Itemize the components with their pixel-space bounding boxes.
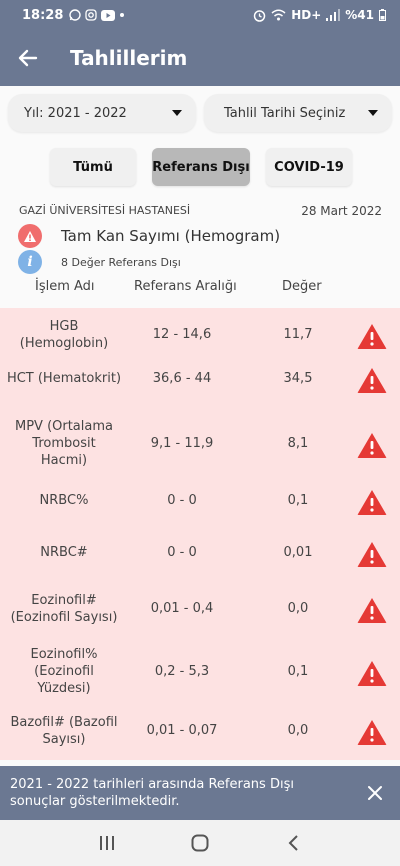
alarm-icon bbox=[253, 9, 266, 22]
whatsapp-icon bbox=[69, 9, 82, 21]
instagram-icon bbox=[85, 9, 98, 21]
reference-range: 12 - 14,6 bbox=[152, 327, 212, 342]
filter-tabs: Tümü Referans Dışı COVID-19 bbox=[50, 148, 352, 186]
battery-icon bbox=[379, 9, 386, 21]
year-dropdown-label: Yıl: 2021 - 2022 bbox=[24, 105, 127, 121]
result-value: 0,1 bbox=[287, 492, 309, 508]
warning-icon bbox=[357, 720, 387, 745]
dot-icon bbox=[120, 13, 125, 17]
column-range-header: Referans Aralığı bbox=[134, 279, 237, 294]
table-row: Bazofil# (Bazofil Sayısı) 0,01 - 0,07 0,0 bbox=[0, 714, 400, 754]
signal-icon bbox=[326, 9, 341, 21]
column-name-header: İşlem Adı bbox=[35, 279, 95, 294]
tab-covid[interactable]: COVID-19 bbox=[266, 148, 352, 186]
warning-icon bbox=[357, 367, 387, 393]
system-nav-bar bbox=[0, 820, 400, 866]
table-row: MPV (Ortalama Trombosit Hacmi) 9,1 - 11,9… bbox=[0, 418, 400, 476]
table-header: İşlem Adı Referans Aralığı Değer bbox=[0, 279, 400, 297]
reference-range: 0 - 0 bbox=[167, 544, 197, 560]
test-item-name: Eozinofil# (Eozinofil Sayısı) bbox=[10, 593, 118, 625]
table-row: NRBC# 0 - 0 0,01 bbox=[0, 541, 400, 580]
back-nav-button[interactable] bbox=[273, 828, 313, 858]
result-value: 0,1 bbox=[287, 663, 309, 679]
table-row: Eozinofil% (Eozinofil Yüzdesi) 0,2 - 5,3 0… bbox=[0, 646, 400, 698]
warning-icon bbox=[357, 660, 387, 686]
filter-bar: Yıl: 2021 - 2022 Tahlil Tarihi Seçiniz bbox=[8, 94, 392, 132]
status-right: HD+ %41 bbox=[253, 8, 386, 22]
column-value-header: Değer bbox=[282, 279, 322, 294]
recent-apps-button[interactable] bbox=[87, 828, 127, 858]
chevron-down-icon bbox=[368, 110, 378, 116]
warning-icon bbox=[357, 489, 387, 515]
battery-text: %41 bbox=[345, 8, 374, 22]
snackbar-close-button[interactable] bbox=[364, 782, 386, 804]
close-icon bbox=[368, 786, 382, 800]
results-list: HGB (Hemoglobin) 12 - 14,6 11,7 HCT (Hemato… bbox=[0, 308, 400, 760]
tab-out-of-reference[interactable]: Referans Dışı bbox=[152, 148, 250, 186]
reference-range: 0 - 0 bbox=[167, 492, 197, 508]
app-bar: Tahlillerim bbox=[0, 30, 400, 86]
home-button[interactable] bbox=[180, 828, 220, 858]
table-row: NRBC% 0 - 0 0,1 bbox=[0, 489, 400, 528]
reference-range: 0,2 - 5,3 bbox=[154, 663, 210, 679]
recent-apps-icon bbox=[99, 836, 114, 850]
snackbar-message: 2021 - 2022 tarihleri arasında Referans … bbox=[10, 777, 294, 809]
test-item-name: HGB (Hemoglobin) bbox=[19, 319, 109, 351]
report-date: 28 Mart 2022 bbox=[301, 204, 382, 218]
status-bar: 18:28 HD+ %41 bbox=[0, 0, 400, 30]
chevron-down-icon bbox=[172, 110, 182, 116]
result-value: 0,0 bbox=[287, 601, 309, 616]
result-value: 11,7 bbox=[283, 327, 313, 342]
test-item-name: NRBC# bbox=[40, 545, 88, 560]
warning-icon bbox=[357, 324, 387, 349]
table-row: HCT (Hematokrit) 36,6 - 44 34,5 bbox=[0, 367, 400, 410]
test-title-row: Tam Kan Sayımı (Hemogram) bbox=[18, 224, 280, 248]
table-row: HGB (Hemoglobin) 12 - 14,6 11,7 bbox=[0, 318, 400, 364]
notification-icons bbox=[69, 9, 125, 21]
report-header: GAZİ ÜNİVERSİTESİ HASTANESİ 28 Mart 2022 bbox=[19, 204, 382, 218]
year-dropdown[interactable]: Yıl: 2021 - 2022 bbox=[8, 94, 196, 132]
test-item-name: Bazofil# (Bazofil Sayısı) bbox=[10, 715, 118, 747]
info-row: i 8 Değer Referans Dışı bbox=[18, 250, 181, 274]
warning-icon bbox=[357, 541, 387, 567]
status-time: 18:28 bbox=[22, 7, 64, 23]
back-button[interactable] bbox=[0, 30, 56, 86]
test-name: Tam Kan Sayımı (Hemogram) bbox=[61, 227, 281, 245]
date-dropdown[interactable]: Tahlil Tarihi Seçiniz bbox=[204, 94, 392, 132]
network-type: HD+ bbox=[291, 8, 322, 22]
hospital-name: GAZİ ÜNİVERSİTESİ HASTANESİ bbox=[19, 204, 191, 217]
reference-range: 9,1 - 11,9 bbox=[150, 435, 214, 451]
reference-range: 0,01 - 0,4 bbox=[150, 601, 214, 616]
snackbar: 2021 - 2022 tarihleri arasında Referans … bbox=[0, 766, 400, 820]
out-of-range-count: 8 Değer Referans Dışı bbox=[61, 255, 181, 269]
result-value: 0,0 bbox=[287, 723, 309, 738]
reference-range: 36,6 - 44 bbox=[152, 370, 212, 386]
warning-circle-icon bbox=[18, 224, 42, 248]
test-item-name: Eozinofil% (Eozinofil Yüzdesi) bbox=[30, 647, 98, 696]
test-item-name: NRBC% bbox=[39, 493, 89, 508]
result-value: 8,1 bbox=[287, 435, 309, 451]
result-value: 0,01 bbox=[283, 544, 313, 560]
tab-all[interactable]: Tümü bbox=[50, 148, 136, 186]
info-icon: i bbox=[18, 250, 42, 274]
warning-icon bbox=[357, 432, 387, 458]
page-title: Tahlillerim bbox=[70, 46, 188, 70]
warning-icon bbox=[357, 598, 387, 623]
date-dropdown-label: Tahlil Tarihi Seçiniz bbox=[224, 105, 346, 121]
table-row: Eozinofil# (Eozinofil Sayısı) 0,01 - 0,4 0… bbox=[0, 592, 400, 632]
youtube-icon bbox=[101, 9, 116, 21]
test-item-name: MPV (Ortalama Trombosit Hacmi) bbox=[14, 419, 113, 468]
test-item-name: HCT (Hematokrit) bbox=[6, 371, 122, 386]
back-chevron-icon bbox=[288, 835, 299, 851]
back-arrow-icon bbox=[18, 49, 38, 67]
reference-range: 0,01 - 0,07 bbox=[146, 723, 218, 738]
home-icon bbox=[191, 834, 209, 852]
result-value: 34,5 bbox=[283, 370, 313, 386]
wifi-icon bbox=[271, 9, 286, 21]
